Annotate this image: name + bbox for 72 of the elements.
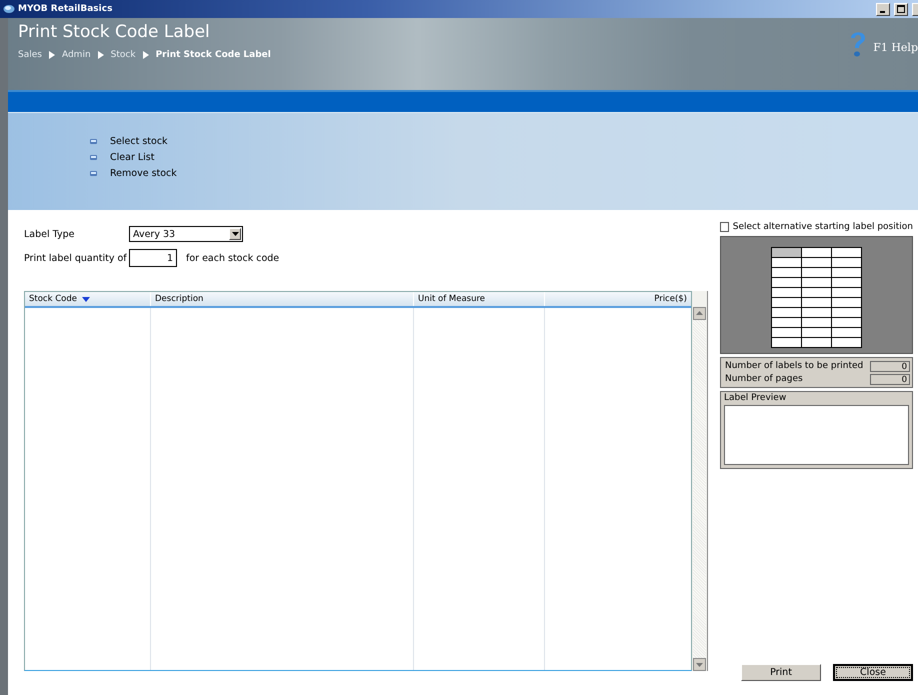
label-position-cell[interactable] (772, 258, 801, 267)
action-link[interactable]: Remove stock (110, 168, 177, 179)
close-button[interactable] (912, 2, 918, 16)
chevron-icon (142, 51, 149, 59)
dropdown-arrow-icon (232, 232, 238, 236)
help-link[interactable]: F1 Help (873, 34, 918, 54)
preview-label: Label Preview (724, 393, 788, 403)
label-position-cell[interactable] (832, 318, 861, 327)
label-position-cell[interactable] (832, 338, 861, 347)
column-header[interactable]: Stock Code (25, 292, 151, 306)
label-position-cell[interactable] (802, 278, 831, 287)
label-position-cell[interactable] (802, 288, 831, 297)
field-label: Label Type (24, 228, 76, 240)
label-position-cell[interactable] (832, 288, 861, 297)
label-position-cell[interactable] (802, 328, 831, 337)
bullet-icon (90, 155, 97, 160)
label-position-cell[interactable] (802, 258, 831, 267)
label-position-cell[interactable] (772, 278, 801, 287)
label-position-cell[interactable] (802, 318, 831, 327)
breadcrumb-link[interactable]: Sales (18, 50, 42, 60)
label-position-cell[interactable] (772, 298, 801, 307)
label-position-cell[interactable] (802, 308, 831, 317)
sort-arrow-icon (82, 296, 90, 302)
action-link[interactable]: Select stock (110, 136, 168, 147)
count-label: Number of pages (725, 374, 803, 384)
chevron-icon (48, 51, 55, 59)
label-position-cell[interactable] (832, 328, 861, 337)
checkbox-label: Select alternative starting label position (732, 222, 913, 232)
label-position-cell[interactable] (772, 318, 801, 327)
label-position-cell[interactable] (772, 308, 801, 317)
dialog-button[interactable]: Print (741, 664, 821, 681)
label-position-cell[interactable] (802, 338, 831, 347)
label-position-cell[interactable] (772, 288, 801, 297)
label-position-cell[interactable] (772, 328, 801, 337)
window-title: MYOB RetailBasics (18, 4, 112, 14)
label-position-cell[interactable] (832, 308, 861, 317)
label-position-cell[interactable] (832, 248, 861, 257)
column-header[interactable]: Price($) (545, 292, 691, 306)
count-value: 0 (870, 360, 910, 372)
scroll-down-icon (693, 658, 706, 671)
column-header[interactable]: Description (151, 292, 414, 306)
label-position-cell[interactable] (802, 248, 831, 257)
label-position-cell[interactable] (832, 298, 861, 307)
chevron-icon (98, 51, 104, 59)
count-label: Number of labels to be printed (725, 361, 864, 371)
app-icon (3, 4, 15, 14)
label-position-cell[interactable] (772, 248, 801, 257)
dialog-button[interactable]: Close (833, 664, 913, 681)
count-value: 0 (870, 374, 910, 384)
page-title: Print Stock Code Label (18, 22, 211, 42)
scroll-up-icon (693, 307, 706, 320)
bullet-icon (90, 171, 97, 176)
label-position-cell[interactable] (802, 298, 831, 307)
vertical-scrollbar[interactable] (692, 291, 708, 671)
label-position-cell[interactable] (832, 258, 861, 267)
help-icon (849, 30, 868, 58)
label-type-dropdown[interactable]: Avery 33 (129, 226, 243, 242)
label-position-cell[interactable] (772, 268, 801, 277)
checkbox[interactable] (720, 222, 729, 232)
maximize-icon (897, 5, 905, 13)
label-position-cell[interactable] (772, 338, 801, 347)
label-position-cell[interactable] (832, 268, 861, 277)
field-label: for each stock code (186, 252, 280, 264)
label-position-cell[interactable] (802, 268, 831, 277)
minimize-button[interactable] (876, 2, 890, 16)
label-position-cell[interactable] (832, 278, 861, 287)
maximize-button[interactable] (894, 2, 908, 16)
quantity-field[interactable]: 1 (129, 249, 177, 267)
field-label: Print label quantity of (24, 252, 128, 264)
bullet-icon (90, 139, 97, 144)
action-link[interactable]: Clear List (110, 152, 154, 163)
column-header[interactable]: Unit of Measure (414, 292, 545, 306)
